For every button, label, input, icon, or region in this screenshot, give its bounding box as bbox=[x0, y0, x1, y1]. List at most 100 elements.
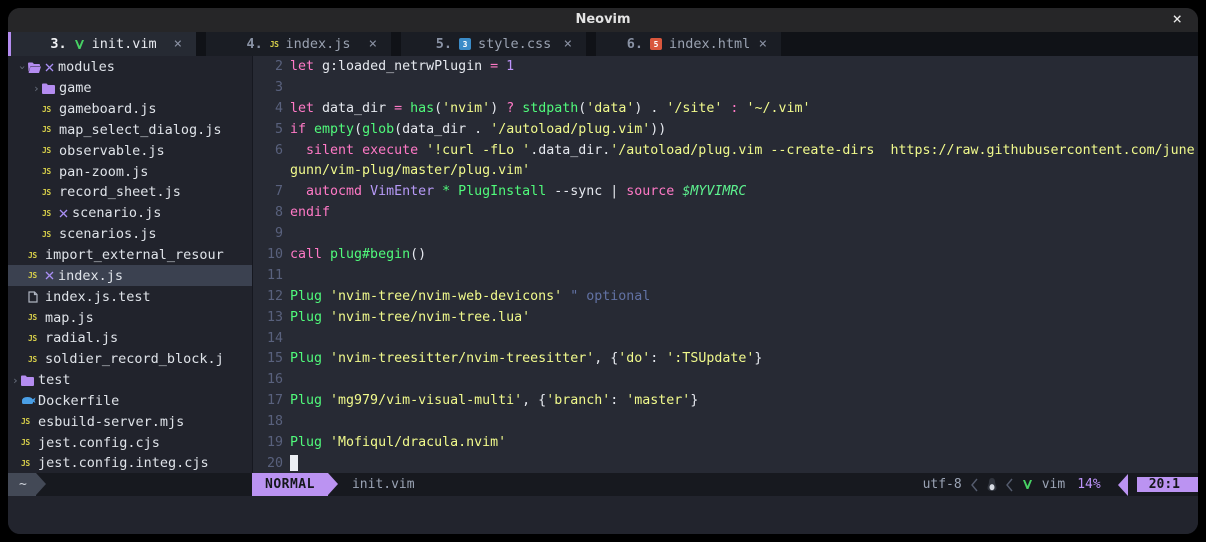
code-line-20[interactable]: 20 bbox=[253, 453, 1198, 473]
tab-init.vim[interactable]: 3.init.vim× bbox=[11, 32, 196, 56]
code-line-wrap[interactable]: gunn/vim-plug/master/plug.vim' bbox=[253, 160, 1198, 181]
os-icon bbox=[987, 478, 997, 491]
code-line-3[interactable]: 3 bbox=[253, 77, 1198, 98]
line-number: 6 bbox=[253, 143, 283, 158]
code-line-6[interactable]: 6 silent execute '!curl -fLo '.data_dir.… bbox=[253, 140, 1198, 161]
chevron-open-icon[interactable]: › bbox=[19, 61, 28, 74]
code-line-11[interactable]: 11 bbox=[253, 265, 1198, 286]
code-line-16[interactable]: 16 bbox=[253, 369, 1198, 390]
tree-item-record_sheet.js[interactable]: JSrecord_sheet.js bbox=[8, 182, 252, 203]
statusline: ~ NORMAL init.vim utf-8 v bbox=[8, 473, 1198, 496]
code-text: gunn/vim-plug/master/plug.vim' bbox=[290, 163, 530, 178]
code-text: call plug#begin() bbox=[290, 247, 426, 262]
code-line-9[interactable]: 9 bbox=[253, 223, 1198, 244]
scroll-percent: 14% bbox=[1077, 477, 1100, 492]
folder-icon bbox=[42, 83, 55, 94]
line-number: 13 bbox=[253, 310, 283, 325]
tree-item-game[interactable]: › game bbox=[8, 78, 252, 99]
tree-item-modules[interactable]: ›modules bbox=[8, 57, 252, 78]
code-line-12[interactable]: 12Plug 'nvim-tree/nvim-web-devicons' " o… bbox=[253, 286, 1198, 307]
powerline-arrow-icon bbox=[36, 473, 46, 495]
tree-statusline: ~ bbox=[8, 473, 252, 496]
tree-item-index.js[interactable]: JSindex.js bbox=[8, 265, 252, 286]
tree-item-radial.js[interactable]: JSradial.js bbox=[8, 328, 252, 349]
tree-item-map_select_dialog.js[interactable]: JSmap_select_dialog.js bbox=[8, 120, 252, 141]
js-icon: JS bbox=[42, 230, 51, 239]
tab-close-icon[interactable]: × bbox=[564, 36, 572, 52]
code-text bbox=[290, 455, 298, 471]
code-line-13[interactable]: 13Plug 'nvim-tree/nvim-tree.lua' bbox=[253, 307, 1198, 328]
tree-item-Dockerfile[interactable]: Dockerfile bbox=[8, 391, 252, 412]
line-number: 11 bbox=[253, 268, 283, 283]
line-number: 5 bbox=[253, 122, 283, 137]
code-line-4[interactable]: 4let data_dir = has('nvim') ? stdpath('d… bbox=[253, 98, 1198, 119]
editor-pane[interactable]: 2let g:loaded_netrwPlugin = 1 3 4let data_… bbox=[253, 56, 1198, 473]
tab-close-icon[interactable]: × bbox=[369, 36, 377, 52]
statusline-filename: init.vim bbox=[352, 473, 415, 496]
line-number: 3 bbox=[253, 80, 283, 95]
code-line-15[interactable]: 15 Plug 'nvim-treesitter/nvim-treesitter'… bbox=[253, 348, 1198, 369]
tree-item-label: jest.config.cjs bbox=[38, 435, 160, 451]
tree-item-label: soldier_record_block.j bbox=[45, 351, 224, 367]
tab-label: init.vim bbox=[92, 36, 157, 52]
code-line-14[interactable]: 14 bbox=[253, 328, 1198, 349]
tree-item-label: gameboard.js bbox=[59, 101, 157, 117]
command-line-area[interactable] bbox=[8, 496, 1198, 534]
tab-index.html[interactable]: 6.5index.html× bbox=[596, 32, 781, 56]
chevron-closed-icon[interactable]: › bbox=[33, 82, 42, 95]
tree-item-test[interactable]: › test bbox=[8, 370, 252, 391]
tree-item-scenarios.js[interactable]: JSscenarios.js bbox=[8, 224, 252, 245]
tree-item-gameboard.js[interactable]: JSgameboard.js bbox=[8, 99, 252, 120]
code-line-10[interactable]: 10call plug#begin() bbox=[253, 244, 1198, 265]
tree-item-jest.config.integ.cjs[interactable]: JSjest.config.integ.cjs bbox=[8, 453, 252, 473]
tabs-container: 3.init.vim×4.JSindex.js×5.3style.css×6.5… bbox=[11, 32, 791, 56]
tree-item-map.js[interactable]: JSmap.js bbox=[8, 307, 252, 328]
vim-icon bbox=[74, 39, 85, 50]
code-line-18[interactable]: 18 bbox=[253, 411, 1198, 432]
tab-number: 4. bbox=[247, 36, 263, 52]
tab-close-icon[interactable]: × bbox=[174, 36, 182, 52]
tree-item-observable.js[interactable]: JSobservable.js bbox=[8, 140, 252, 161]
code-text: let g:loaded_netrwPlugin = 1 bbox=[290, 59, 514, 74]
tab-label: index.html bbox=[669, 36, 750, 52]
tree-item-label: pan-zoom.js bbox=[59, 164, 148, 180]
tree-item-import_external_resour[interactable]: JSimport_external_resour bbox=[8, 245, 252, 266]
code-line-7[interactable]: 7 autocmd VimEnter * PlugInstall --sync … bbox=[253, 181, 1198, 202]
chevron-closed-icon[interactable]: › bbox=[12, 374, 21, 387]
tree-item-soldier_record_block.j[interactable]: JSsoldier_record_block.j bbox=[8, 349, 252, 370]
tree-item-label: test bbox=[38, 372, 71, 388]
code-line-5[interactable]: 5if empty(glob(data_dir . '/autoload/plu… bbox=[253, 119, 1198, 140]
tree-item-label: map_select_dialog.js bbox=[59, 122, 222, 138]
tab-style.css[interactable]: 5.3style.css× bbox=[401, 32, 586, 56]
code-text: Plug 'nvim-treesitter/nvim-treesitter', … bbox=[290, 351, 762, 366]
neovim-window: Neovim × 3.init.vim×4.JSindex.js×5.3styl… bbox=[8, 8, 1198, 534]
line-number: 15 bbox=[253, 351, 283, 366]
code-line-19[interactable]: 19 Plug 'Mofiqul/dracula.nvim' bbox=[253, 432, 1198, 453]
js-icon: JS bbox=[28, 334, 37, 343]
code-line-2[interactable]: 2let g:loaded_netrwPlugin = 1 bbox=[253, 56, 1198, 77]
line-number: 8 bbox=[253, 205, 283, 220]
tree-item-scenario.js[interactable]: JSscenario.js bbox=[8, 203, 252, 224]
line-number: 16 bbox=[253, 372, 283, 387]
tree-item-label: game bbox=[59, 80, 92, 96]
code-line-17[interactable]: 17Plug 'mg979/vim-visual-multi', {'branc… bbox=[253, 390, 1198, 411]
code-text: autocmd VimEnter * PlugInstall --sync | … bbox=[290, 184, 746, 199]
tree-item-label: observable.js bbox=[59, 143, 165, 159]
tree-item-label: import_external_resour bbox=[45, 247, 224, 263]
tree-item-esbuild-server.mjs[interactable]: JSesbuild-server.mjs bbox=[8, 411, 252, 432]
tab-index.js[interactable]: 4.JSindex.js× bbox=[206, 32, 391, 56]
tab-label: index.js bbox=[285, 36, 350, 52]
code-text: Plug 'Mofiqul/dracula.nvim' bbox=[290, 435, 506, 450]
folder-open-icon bbox=[28, 62, 41, 73]
css-icon: 3 bbox=[459, 38, 471, 50]
chevron-left-icon bbox=[1006, 478, 1013, 492]
code-line-8[interactable]: 8endif bbox=[253, 202, 1198, 223]
tree-item-label: index.js bbox=[58, 268, 123, 284]
tree-item-jest.config.cjs[interactable]: JSjest.config.cjs bbox=[8, 432, 252, 453]
line-number: 19 bbox=[253, 435, 283, 450]
js-icon: JS bbox=[42, 167, 51, 176]
tab-close-icon[interactable]: × bbox=[759, 36, 767, 52]
tree-item-index.js.test[interactable]: index.js.test bbox=[8, 286, 252, 307]
window-close-icon[interactable]: × bbox=[1172, 8, 1182, 32]
tree-item-pan-zoom.js[interactable]: JS pan-zoom.js bbox=[8, 161, 252, 182]
